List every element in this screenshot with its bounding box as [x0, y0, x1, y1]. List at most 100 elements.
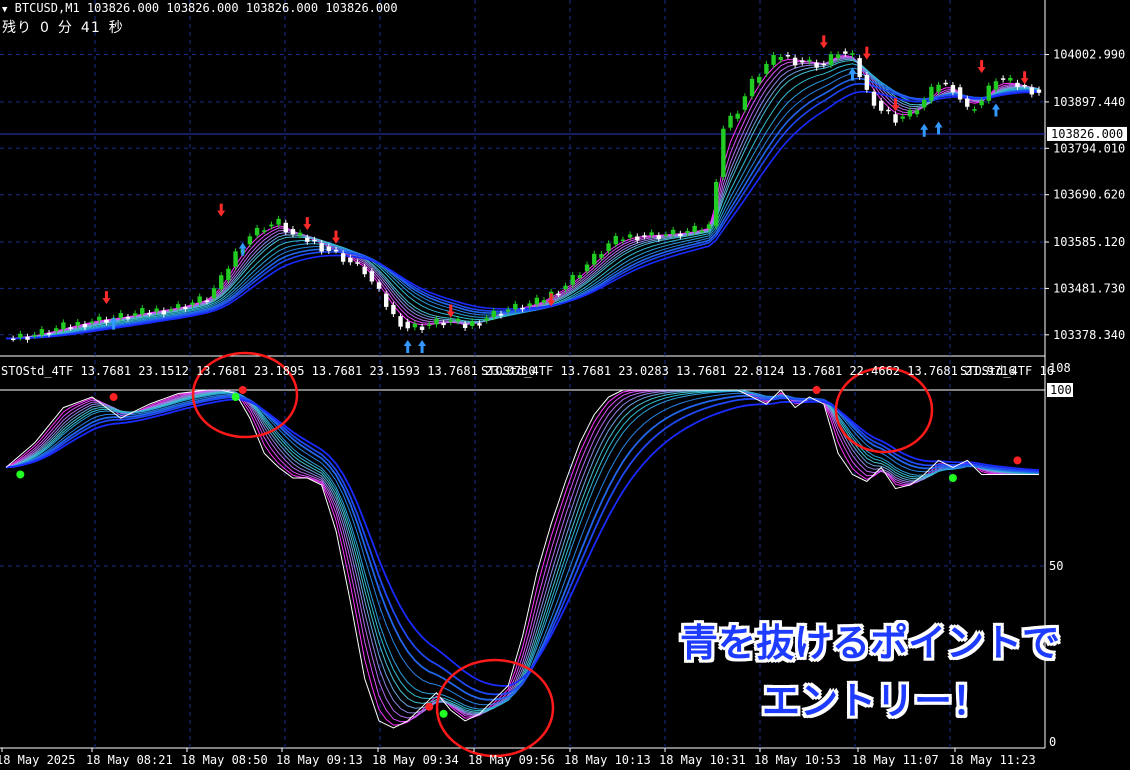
candle — [1015, 82, 1020, 88]
candle — [32, 334, 37, 337]
x-tick-label: 18 May 10:13 — [564, 753, 651, 767]
candle — [82, 323, 88, 328]
candle — [340, 253, 346, 262]
candle — [642, 235, 647, 237]
x-tick-label: 18 May 08:50 — [181, 753, 268, 767]
candle — [305, 237, 310, 242]
candle — [441, 322, 446, 326]
candle — [1008, 77, 1013, 81]
x-tick-label: 18 May 09:56 — [468, 753, 555, 767]
candle — [656, 235, 661, 239]
candle — [140, 308, 145, 315]
candle — [563, 285, 568, 290]
candle — [68, 327, 73, 329]
symbol-header: ▼ BTCUSD,M1 103826.000 103826.000 103826… — [2, 1, 398, 15]
candle — [147, 312, 152, 315]
candle — [326, 246, 332, 251]
candle — [513, 303, 518, 310]
stoch-down-dot — [1013, 456, 1022, 465]
candle — [606, 243, 611, 252]
chart-menu-icon[interactable]: ▼ — [2, 5, 7, 15]
candle — [792, 57, 798, 66]
candle — [914, 110, 920, 115]
stoch-tick-label: 100 — [1050, 383, 1072, 397]
candle — [75, 321, 80, 326]
candle — [491, 310, 497, 318]
candle — [943, 82, 948, 85]
stoch-up-dot — [439, 709, 448, 718]
candle — [462, 323, 468, 328]
candle — [520, 307, 525, 310]
y-tick-label: 103690.620 — [1053, 188, 1125, 202]
candle — [455, 318, 461, 322]
candle — [584, 264, 590, 272]
candle — [505, 309, 511, 312]
candle — [190, 302, 195, 305]
candle — [534, 297, 540, 305]
candle — [907, 110, 913, 117]
x-tick-label: 18 May 10:31 — [659, 753, 746, 767]
candle — [900, 116, 905, 119]
candle — [10, 338, 16, 341]
candle — [850, 53, 855, 55]
candle — [835, 54, 841, 59]
candle — [283, 222, 288, 233]
candle — [965, 98, 970, 107]
candle — [764, 63, 769, 74]
candle — [161, 310, 167, 315]
candle — [118, 313, 123, 318]
candle — [125, 317, 131, 319]
timer-prefix: 残り — [2, 20, 32, 36]
candle — [635, 236, 640, 241]
candle — [922, 99, 927, 108]
candle — [168, 309, 174, 311]
candle — [527, 303, 532, 307]
candle — [46, 333, 52, 335]
candle — [362, 266, 367, 275]
candle — [333, 249, 339, 252]
timer-seconds-unit: 秒 — [108, 20, 124, 36]
candle — [800, 60, 805, 63]
candle — [18, 333, 23, 338]
candle — [154, 308, 159, 312]
candle — [419, 326, 425, 330]
candle — [972, 109, 977, 111]
candle — [376, 282, 382, 289]
candle — [269, 224, 274, 227]
candle — [728, 115, 733, 128]
indicator-label-3: STOStd_4TF 16 — [960, 364, 1054, 378]
candle — [742, 96, 748, 110]
candle — [713, 181, 719, 227]
symbol-line: BTCUSD,M1 103826.000 103826.000 103826.0… — [14, 1, 398, 15]
timer-minutes-unit: 分 — [57, 20, 73, 36]
candle — [391, 304, 396, 315]
candle — [878, 100, 884, 111]
candle — [556, 293, 561, 296]
candle — [398, 316, 403, 327]
candle — [204, 300, 210, 302]
x-tick-label: 18 May 11:07 — [852, 753, 939, 767]
candle — [297, 232, 303, 236]
y-tick-label: 103378.340 — [1053, 328, 1125, 342]
candle — [843, 51, 848, 54]
candle — [427, 324, 432, 326]
stoch-up-dot — [948, 474, 957, 482]
y-tick-label: 103794.010 — [1053, 141, 1125, 155]
timer-seconds: 41 — [80, 20, 101, 36]
candle — [369, 271, 375, 282]
candle — [957, 87, 963, 100]
candle — [132, 313, 138, 316]
annotation-line-1: 青を抜けるポイントで — [680, 621, 1061, 665]
x-tick-label: 18 May 10:53 — [754, 753, 841, 767]
candle — [434, 318, 439, 325]
candle — [936, 84, 941, 92]
candle — [290, 229, 296, 235]
candle — [778, 56, 783, 60]
candle — [592, 253, 597, 265]
candle — [211, 288, 217, 299]
candle — [950, 85, 956, 93]
candle — [175, 304, 181, 309]
candle — [814, 62, 819, 68]
timer-minutes: 0 — [40, 20, 50, 36]
candle — [312, 239, 317, 242]
